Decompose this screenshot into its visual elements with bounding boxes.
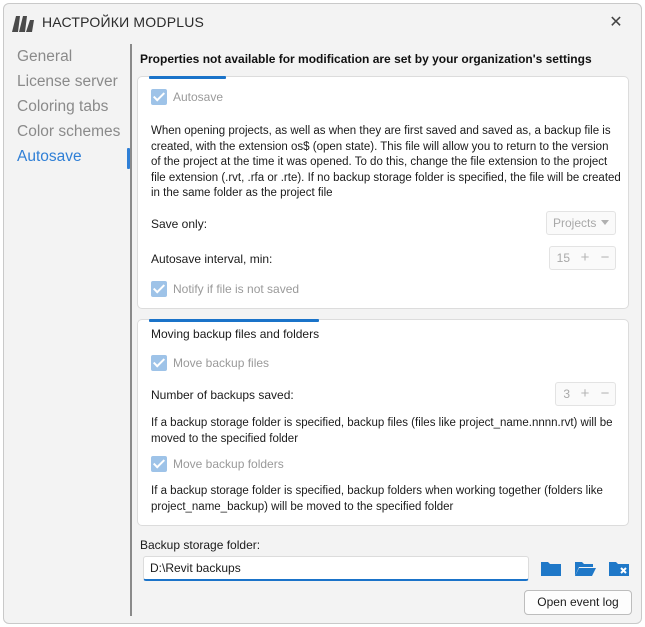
backup-folders-note: If a backup storage folder is specified,… xyxy=(151,485,603,513)
card-accent-bar xyxy=(149,76,226,79)
move-backup-folders-label: Move backup folders xyxy=(173,457,284,471)
open-event-log-button[interactable]: Open event log xyxy=(524,590,632,615)
backup-section-title: Moving backup files and folders xyxy=(151,327,320,341)
move-backup-files-label: Move backup files xyxy=(173,356,270,370)
sidebar: General License server Coloring tabs Col… xyxy=(4,44,130,169)
policy-note: Properties not available for modificatio… xyxy=(140,52,592,66)
minus-icon[interactable]: − xyxy=(595,247,615,269)
check-icon xyxy=(151,355,167,371)
sidebar-item-color-schemes[interactable]: Color schemes xyxy=(4,119,130,144)
window-title: НАСТРОЙКИ MODPLUS xyxy=(42,14,205,30)
plus-icon[interactable]: + xyxy=(575,247,595,269)
folder-open-icon[interactable] xyxy=(573,557,597,579)
save-only-dropdown[interactable]: Projects xyxy=(546,211,616,235)
minus-icon[interactable]: − xyxy=(595,383,615,405)
backup-folder-label: Backup storage folder: xyxy=(140,538,261,552)
modplus-logo-icon xyxy=(12,16,34,32)
folder-clear-icon[interactable] xyxy=(607,557,631,579)
backup-files-note: If a backup storage folder is specified,… xyxy=(151,417,613,445)
autosave-interval-stepper[interactable]: 15 + − xyxy=(548,246,616,270)
notify-not-saved-label: Notify if file is not saved xyxy=(173,282,300,296)
chevron-down-icon xyxy=(601,220,609,225)
autosave-card: Autosave When opening projects, as well … xyxy=(137,76,629,309)
sidebar-divider xyxy=(130,44,132,616)
autosave-checkbox-label: Autosave xyxy=(173,90,224,104)
autosave-description: When opening projects, as well as when t… xyxy=(151,125,621,199)
settings-window: НАСТРОЙКИ MODPLUS ✕ General License serv… xyxy=(3,3,642,624)
check-icon xyxy=(151,456,167,472)
sidebar-item-license-server[interactable]: License server xyxy=(4,69,130,94)
close-icon[interactable]: ✕ xyxy=(605,12,627,34)
backup-folder-input[interactable]: D:\Revit backups xyxy=(143,556,529,581)
plus-icon[interactable]: + xyxy=(575,383,595,405)
backups-count-value: 3 xyxy=(563,387,570,401)
card-accent-bar xyxy=(149,319,319,322)
folder-icon[interactable] xyxy=(539,557,563,579)
save-only-label: Save only: xyxy=(151,217,208,231)
backups-count-label: Number of backups saved: xyxy=(151,388,294,402)
autosave-checkbox[interactable]: Autosave xyxy=(151,89,223,105)
sidebar-item-coloring-tabs[interactable]: Coloring tabs xyxy=(4,94,130,119)
autosave-interval-value: 15 xyxy=(556,251,570,265)
check-icon xyxy=(151,281,167,297)
move-backup-files-checkbox[interactable]: Move backup files xyxy=(151,355,269,371)
backups-count-stepper[interactable]: 3 + − xyxy=(555,382,616,406)
backup-card: Moving backup files and folders Move bac… xyxy=(137,319,629,526)
notify-not-saved-checkbox[interactable]: Notify if file is not saved xyxy=(151,281,299,297)
sidebar-item-general[interactable]: General xyxy=(4,44,130,69)
title-bar: НАСТРОЙКИ MODPLUS ✕ xyxy=(4,4,641,40)
move-backup-folders-checkbox[interactable]: Move backup folders xyxy=(151,456,284,472)
check-icon xyxy=(151,89,167,105)
save-only-value: Projects xyxy=(553,216,597,230)
sidebar-item-autosave[interactable]: Autosave xyxy=(4,144,130,169)
autosave-interval-label: Autosave interval, min: xyxy=(151,252,273,266)
